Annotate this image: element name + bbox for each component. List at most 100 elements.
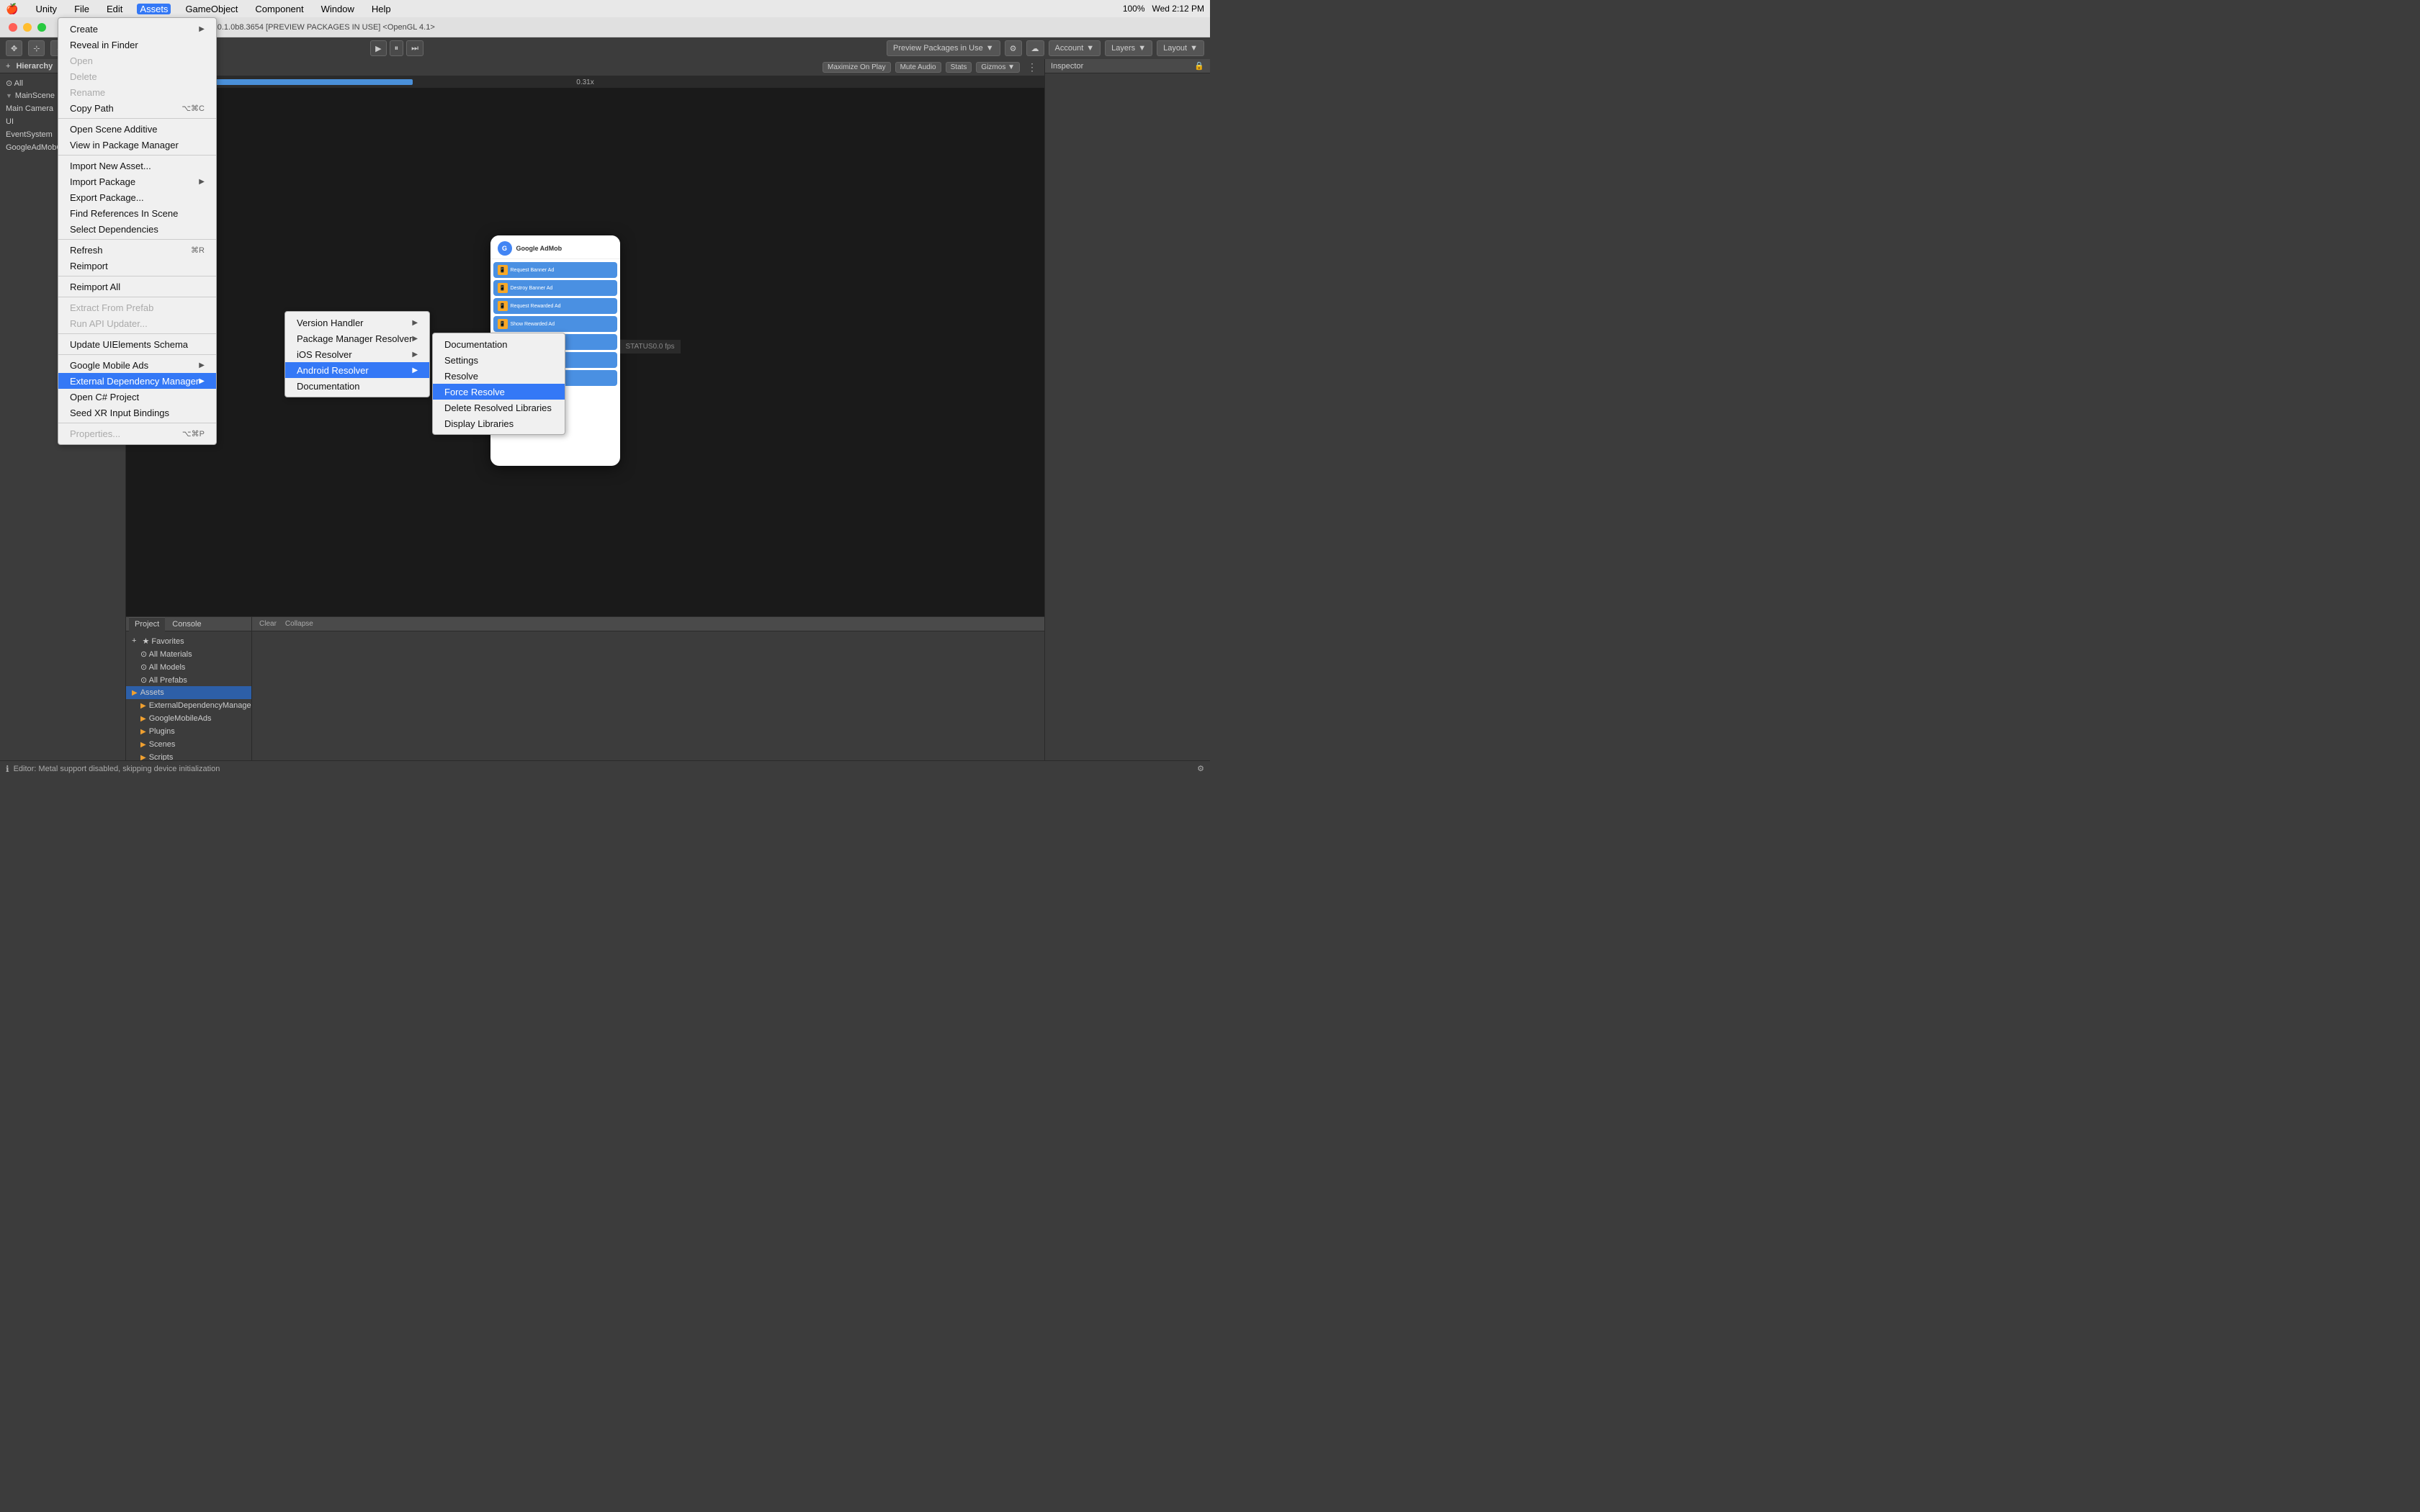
tree-scripts[interactable]: ▶ Scripts [135,751,251,760]
menu-export-package[interactable]: Export Package... [58,189,216,205]
menu-open: Open [58,53,216,68]
console-filter-btn[interactable]: Collapse [282,620,316,628]
stats-btn[interactable]: Stats [946,62,972,73]
tree-all-materials[interactable]: ⊙ All Materials [135,647,251,660]
ar-resolve[interactable]: Resolve [433,368,565,384]
console-clear-btn[interactable]: Clear [256,620,279,628]
show-rewarded-btn[interactable]: 📱 Show Rewarded Ad [493,316,617,332]
menu-select-dependencies[interactable]: Select Dependencies [58,221,216,237]
sub-version-handler[interactable]: Version Handler ▶ [285,315,429,330]
sub-android-resolver[interactable]: Android Resolver ▶ [285,362,429,378]
ar-settings[interactable]: Settings [433,352,565,368]
cloud-button[interactable]: ☁ [1026,40,1044,56]
settings-button[interactable]: ⚙ [1005,40,1022,56]
step-button[interactable]: ⏭ [406,40,424,56]
layout-dropdown[interactable]: Layout ▼ [1157,40,1204,56]
tree-add-btn[interactable]: + ★ Favorites [126,634,251,647]
ar-delete-resolved-libs[interactable]: Delete Resolved Libraries [433,400,565,415]
tree-ext-dep[interactable]: ▶ ExternalDependencyManager [135,699,251,712]
apple-menu[interactable]: 🍎 [6,3,18,15]
menu-refresh[interactable]: Refresh ⌘R [58,242,216,258]
console-tab[interactable]: Console [166,617,207,631]
destroy-banner-btn[interactable]: 📱 Destroy Banner Ad [493,280,617,296]
menu-google-mobile-ads[interactable]: Google Mobile Ads ▶ [58,357,216,373]
request-banner-btn[interactable]: 📱 Request Banner Ad [493,262,617,278]
request-rewarded-btn[interactable]: 📱 Request Rewarded Ad [493,298,617,314]
hierarchy-add-btn[interactable]: + [6,62,10,71]
play-button[interactable]: ▶ [370,40,386,56]
maximize-button[interactable] [37,23,46,32]
menu-gameobject[interactable]: GameObject [182,4,241,14]
menu-open-scene-additive[interactable]: Open Scene Additive [58,121,216,137]
status-settings-icon[interactable]: ⚙ [1197,764,1204,773]
menu-reimport[interactable]: Reimport [58,258,216,274]
status-icon: ℹ [6,764,9,774]
ad-btn-label-2: Destroy Banner Ad [511,286,553,291]
transform-tool-2[interactable]: ⊹ [28,40,45,56]
project-tree[interactable]: + ★ Favorites ⊙ All Materials ⊙ All Mode… [126,631,251,760]
separator-3 [58,239,216,240]
tree-assets[interactable]: ▶ Assets [126,686,251,699]
external-dep-submenu: Version Handler ▶ Package Manager Resolv… [284,311,430,397]
menu-view-in-pkg-mgr[interactable]: View in Package Manager [58,137,216,153]
ar-documentation[interactable]: Documentation [433,336,565,352]
tree-all-models[interactable]: ⊙ All Models [135,660,251,673]
menu-external-dep-mgr[interactable]: External Dependency Manager ▶ [58,373,216,389]
tree-scenes[interactable]: ▶ Scenes [135,738,251,751]
sub-pkg-mgr-resolver[interactable]: Package Manager Resolver ▶ [285,330,429,346]
project-tab[interactable]: Project [129,617,165,631]
menu-seed-xr[interactable]: Seed XR Input Bindings [58,405,216,420]
android-resolver-submenu: Documentation Settings Resolve Force Res… [432,333,565,435]
tree-all-prefabs[interactable]: ⊙ All Prefabs [135,673,251,686]
inspector-header: Inspector 🔒 [1045,59,1210,73]
pause-button[interactable]: ⏸ [390,40,404,56]
ar-force-resolve[interactable]: Force Resolve [433,384,565,400]
create-arrow: ▶ [199,25,205,33]
admob-header: G Google AdMob [490,235,620,259]
layers-dropdown[interactable]: Layers ▼ [1105,40,1152,56]
menu-open-csharp[interactable]: Open C# Project [58,389,216,405]
mute-audio-btn[interactable]: Mute Audio [895,62,941,73]
scenes-icon: ▶ [140,741,146,749]
game-view-more[interactable]: ⋮ [1024,61,1040,73]
inspector-lock-icon[interactable]: 🔒 [1194,61,1204,71]
ad-btn-icon-3: 📱 [498,301,508,311]
tree-googlemobileads[interactable]: ▶ GoogleMobileAds [135,712,251,725]
menu-import-package[interactable]: Import Package ▶ [58,174,216,189]
transform-tool-1[interactable]: ✥ [6,40,22,56]
scene-toolbar: Game Maximize On Play Mute Audio Stats G… [126,59,1044,76]
menubar-battery: 100% [1123,4,1145,14]
sub-ios-resolver[interactable]: iOS Resolver ▶ [285,346,429,362]
close-button[interactable] [9,23,17,32]
menu-copy-path[interactable]: Copy Path ⌥⌘C [58,100,216,116]
maximize-on-play-btn[interactable]: Maximize On Play [823,62,891,73]
menu-assets[interactable]: Assets [137,4,171,14]
status-bar: ℹ Editor: Metal support disabled, skippi… [0,760,1210,776]
menu-edit[interactable]: Edit [104,4,125,14]
vh-arrow: ▶ [412,319,418,327]
menu-reimport-all[interactable]: Reimport All [58,279,216,294]
separator-2 [58,155,216,156]
menu-find-references[interactable]: Find References In Scene [58,205,216,221]
gizmos-btn[interactable]: Gizmos ▼ [976,62,1020,73]
menu-update-uielements[interactable]: Update UIElements Schema [58,336,216,352]
menu-reveal-in-finder[interactable]: Reveal in Finder [58,37,216,53]
plugins-icon: ▶ [140,728,146,736]
menu-help[interactable]: Help [369,4,394,14]
sub-documentation[interactable]: Documentation [285,378,429,394]
menu-import-new-asset[interactable]: Import New Asset... [58,158,216,174]
account-dropdown[interactable]: Account ▼ [1049,40,1101,56]
menu-file[interactable]: File [71,4,92,14]
menu-create[interactable]: Create ▶ [58,21,216,37]
menu-extract-from-prefab: Extract From Prefab [58,300,216,315]
preview-packages-dropdown[interactable]: Preview Packages in Use ▼ [887,40,1000,56]
ar-display-libraries[interactable]: Display Libraries [433,415,565,431]
menu-window[interactable]: Window [318,4,357,14]
menubar-time: Wed 2:12 PM [1152,4,1204,14]
minimize-button[interactable] [23,23,32,32]
ad-btn-label-1: Request Banner Ad [511,268,555,273]
menu-unity[interactable]: Unity [32,4,60,14]
separator-6 [58,333,216,334]
tree-plugins[interactable]: ▶ Plugins [135,725,251,738]
menu-component[interactable]: Component [252,4,306,14]
